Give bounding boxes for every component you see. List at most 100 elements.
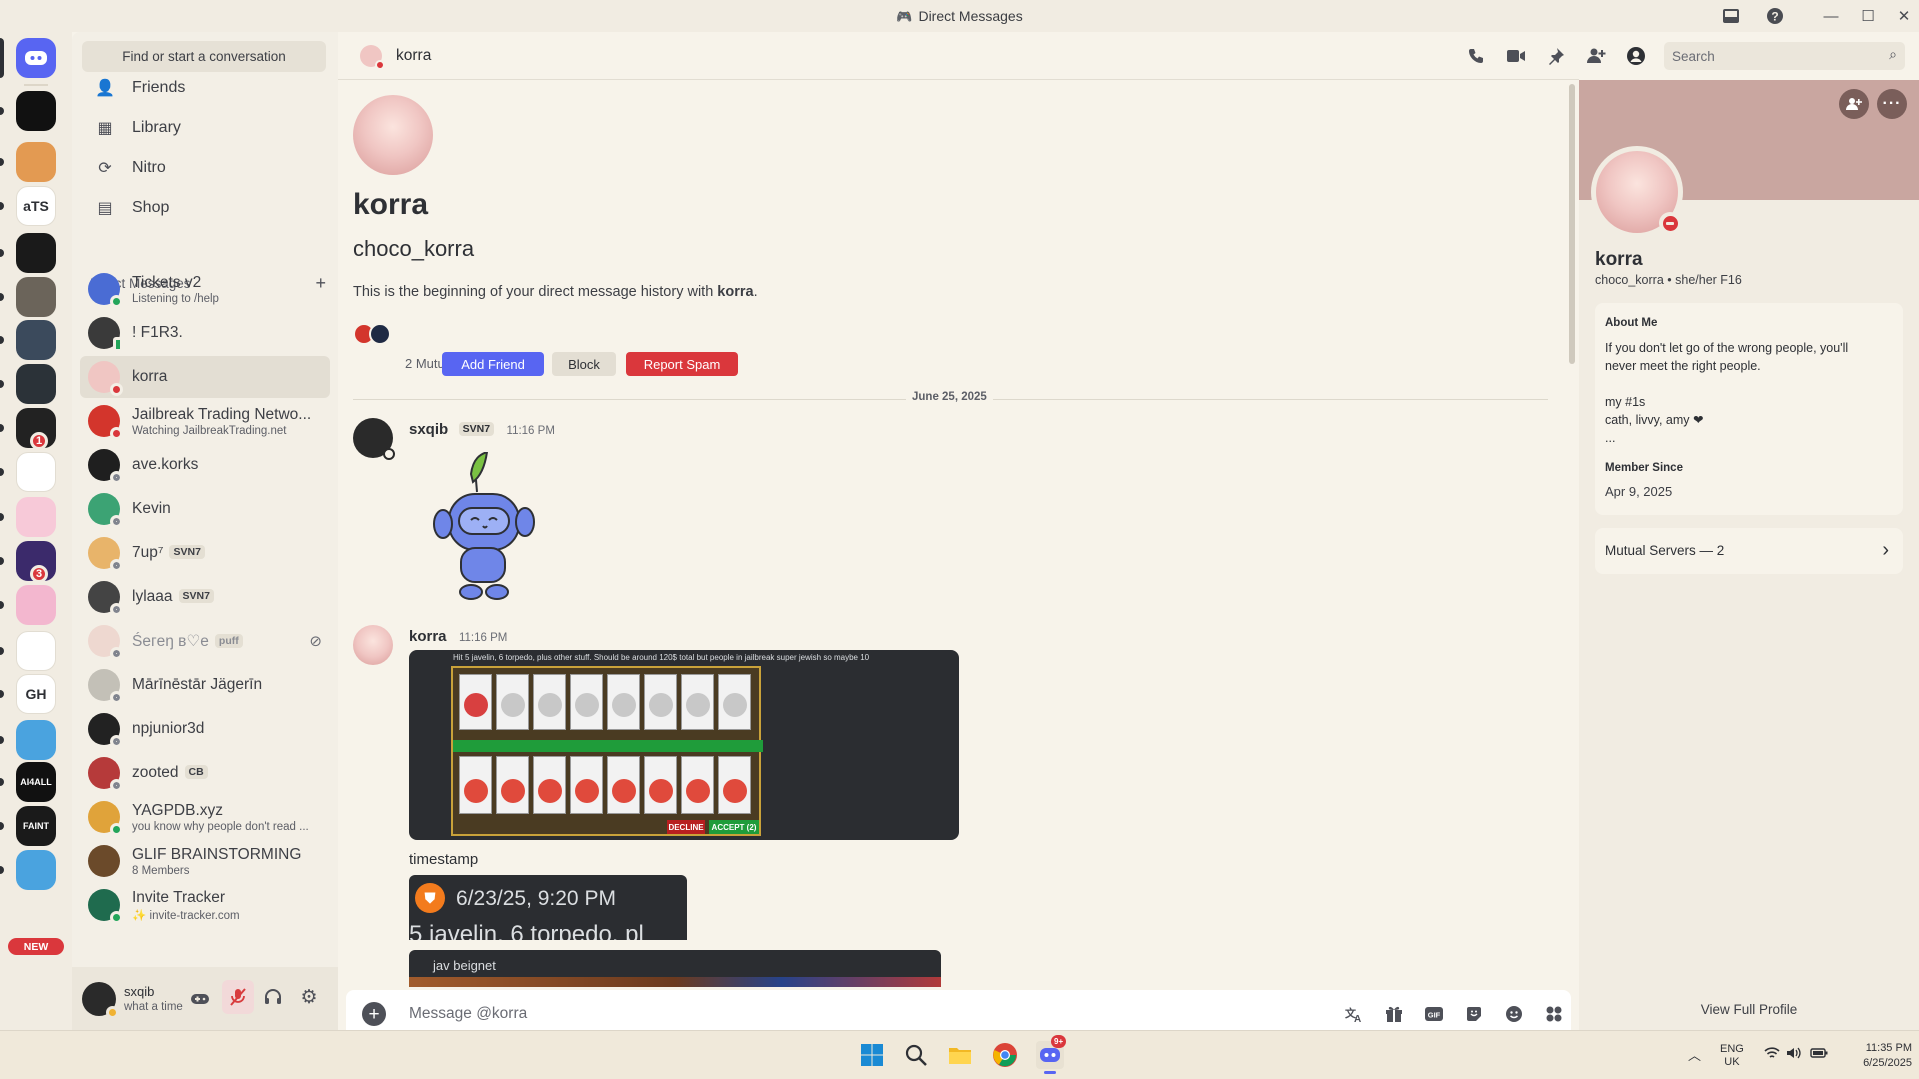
- chat-scrollbar[interactable]: [1569, 84, 1575, 364]
- inbox-icon[interactable]: [1720, 6, 1742, 26]
- dm-avatar: [88, 317, 123, 352]
- report-spam-button[interactable]: Report Spam: [626, 352, 738, 376]
- message-avatar-sxqib[interactable]: [353, 418, 395, 460]
- wifi-icon[interactable]: [1764, 1046, 1780, 1063]
- dm-subtext: you know why people don't read ...: [132, 820, 309, 833]
- server-icon[interactable]: FAINT: [16, 806, 56, 846]
- pin-icon[interactable]: [1544, 46, 1568, 66]
- message-input[interactable]: Message @korra: [409, 1005, 527, 1023]
- taskbar-discord-icon[interactable]: 9+: [1036, 1035, 1067, 1074]
- tray-chevron-icon[interactable]: ︿: [1688, 1045, 1701, 1064]
- sticker-icon[interactable]: [1462, 1004, 1486, 1024]
- minimize-icon[interactable]: —: [1820, 6, 1842, 26]
- mutual-server-icons[interactable]: [353, 323, 393, 347]
- close-icon[interactable]: ✕: [1893, 6, 1915, 26]
- nav-library[interactable]: ▦ Library: [80, 109, 330, 147]
- dm-item[interactable]: YAGPDB.xyz you know why people don't read…: [80, 796, 330, 838]
- language-indicator[interactable]: ENG UK: [1720, 1043, 1744, 1069]
- nav-nitro[interactable]: ⟳ Nitro: [80, 149, 330, 187]
- start-icon[interactable]: [860, 1043, 884, 1067]
- dm-item[interactable]: Śeгeŋ в♡e puff ⊘: [80, 620, 330, 662]
- server-icon[interactable]: [16, 452, 56, 492]
- server-icon[interactable]: [16, 233, 56, 273]
- mutual-servers-row[interactable]: Mutual Servers — 2 ›: [1595, 528, 1903, 574]
- view-full-profile-link[interactable]: View Full Profile: [1579, 1002, 1919, 1017]
- server-icon[interactable]: GH: [16, 674, 56, 714]
- user-settings-icon[interactable]: ⚙: [294, 983, 324, 1011]
- profile-avatar[interactable]: [1591, 146, 1683, 238]
- dm-item[interactable]: npjunior3d: [80, 708, 330, 750]
- dm-item[interactable]: GLIF BRAINSTORMING 8 Members: [80, 840, 330, 882]
- emoji-icon[interactable]: [1502, 1004, 1526, 1024]
- timestamp-embed[interactable]: ⛊ 6/23/25, 9:20 PM 5 javelin, 6 torpedo,…: [409, 875, 687, 940]
- voice-call-icon[interactable]: [1464, 46, 1488, 66]
- add-friend-icon[interactable]: [1839, 89, 1869, 119]
- maximize-icon[interactable]: ☐: [1857, 6, 1879, 26]
- message-author[interactable]: sxqib: [409, 421, 448, 438]
- message-author[interactable]: korra: [409, 628, 447, 645]
- server-icon[interactable]: AI4ALL: [16, 762, 56, 802]
- server-icon[interactable]: [16, 631, 56, 671]
- accept-button: ACCEPT (2): [709, 820, 759, 834]
- file-explorer-icon[interactable]: [948, 1043, 972, 1067]
- server-icon[interactable]: [16, 142, 56, 182]
- server-icon[interactable]: [16, 320, 56, 360]
- server-icon[interactable]: [16, 364, 56, 404]
- video-call-icon[interactable]: [1504, 46, 1528, 66]
- dm-item[interactable]: ! F1R3.: [80, 312, 330, 354]
- server-icon[interactable]: [16, 497, 56, 537]
- clock[interactable]: 11:35 PM 6/25/2025: [1836, 1041, 1912, 1071]
- gift-icon[interactable]: [1382, 1004, 1406, 1024]
- dm-name-text: YAGPDB.xyz: [132, 801, 224, 819]
- discord-home-icon[interactable]: [16, 38, 56, 78]
- dm-item[interactable]: 7up⁷ SVN7: [80, 532, 330, 574]
- server-icon[interactable]: [16, 585, 56, 625]
- mute-microphone-icon[interactable]: [222, 980, 254, 1014]
- battery-icon[interactable]: [1810, 1046, 1828, 1065]
- attach-upload-icon[interactable]: +: [362, 1002, 386, 1026]
- taskbar-search-icon[interactable]: [904, 1043, 928, 1067]
- activity-icon[interactable]: [185, 985, 215, 1013]
- add-friends-to-dm-icon[interactable]: [1584, 46, 1608, 66]
- server-icon[interactable]: [16, 850, 56, 890]
- image-attachment[interactable]: Hit 5 javelin, 6 torpedo, plus other stu…: [409, 650, 959, 840]
- dm-item[interactable]: Jailbreak Trading Netwo... Watching Jailb…: [80, 400, 330, 442]
- find-conversation-button[interactable]: Find or start a conversation: [82, 41, 326, 72]
- chrome-icon[interactable]: [992, 1042, 1018, 1068]
- dm-item[interactable]: Invite Tracker ✨ invite-tracker.com: [80, 884, 330, 926]
- blocked-icon[interactable]: ⊘: [309, 632, 322, 650]
- dm-item[interactable]: Tickets v2 Listening to /help: [80, 268, 330, 310]
- server-icon[interactable]: [16, 91, 56, 131]
- gif-icon[interactable]: GIF: [1422, 1004, 1446, 1024]
- server-icon[interactable]: [16, 277, 56, 317]
- message-avatar-korra[interactable]: [353, 625, 393, 665]
- server-icon[interactable]: aTS: [16, 186, 56, 226]
- header-name[interactable]: korra: [396, 47, 431, 65]
- search-input[interactable]: Search ⌕: [1664, 42, 1905, 70]
- headphones-icon[interactable]: [258, 983, 288, 1011]
- dm-item[interactable]: korra: [80, 356, 330, 398]
- dm-item[interactable]: lylaaa SVN7: [80, 576, 330, 618]
- dm-item[interactable]: Kevin: [80, 488, 330, 530]
- unread-pill: [0, 778, 4, 786]
- server-icon[interactable]: [16, 720, 56, 760]
- about-line: ...: [1605, 431, 1616, 445]
- volume-icon[interactable]: [1786, 1046, 1802, 1065]
- add-friend-button[interactable]: Add Friend: [442, 352, 544, 376]
- dm-item[interactable]: Mārīnēstār Jägerīn: [80, 664, 330, 706]
- apps-icon[interactable]: [1542, 1004, 1566, 1024]
- more-options-icon[interactable]: ···: [1877, 89, 1907, 119]
- translate-icon[interactable]: 文A: [1342, 1004, 1366, 1024]
- dm-item[interactable]: zooted CB: [80, 752, 330, 794]
- dm-item[interactable]: ave.korks: [80, 444, 330, 486]
- user-profile-icon[interactable]: [1624, 46, 1648, 66]
- nav-friends[interactable]: 👤 Friends: [80, 69, 330, 107]
- help-icon[interactable]: ?: [1764, 6, 1786, 26]
- region-label: UK: [1724, 1056, 1740, 1068]
- user-avatar[interactable]: [82, 981, 119, 1019]
- block-button[interactable]: Block: [552, 352, 616, 376]
- nav-shop[interactable]: ▤ Shop: [80, 189, 330, 227]
- message-timestamp: 11:16 PM: [458, 632, 508, 644]
- wumpus-sticker[interactable]: [421, 450, 541, 602]
- reply-embed[interactable]: jav beignet: [409, 950, 941, 987]
